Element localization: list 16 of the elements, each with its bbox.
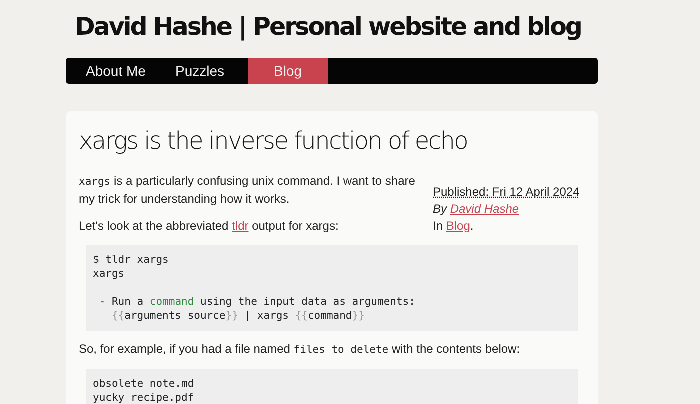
meta-line: In Blog. (433, 218, 475, 235)
nav-tab[interactable]: Puzzles (152, 58, 248, 84)
nav-tab[interactable]: Blog (248, 58, 328, 84)
site-title: David Hashe | Personal website and blog (75, 11, 582, 43)
meta-line: By David Hashe (433, 201, 520, 218)
paragraph: Let's look at the abbreviated tldr output for xargs: (79, 218, 340, 235)
code-block: obsolete_note.md yucky_recipe.pdf (86, 369, 578, 404)
nav-tab[interactable]: About Me (66, 58, 152, 84)
meta-line: Published: Fri 12 April 2024 (433, 184, 580, 201)
paragraph: xargs is a particularly confusing unix command. I want to share my trick for understanding how it works. (79, 173, 416, 208)
paragraph: So, for example, if you had a file named files_to_delete with the contents below: (79, 341, 522, 358)
author-link[interactable]: David Hashe (450, 202, 520, 216)
article-title: xargs is the inverse function of echo (79, 126, 468, 157)
text-link[interactable]: Blog (446, 219, 470, 233)
code-block: $ tldr xargs xargs - Run a command using the input data as arguments: {{arguments_source}} | xargs {{command}} (86, 245, 578, 331)
text-link[interactable]: tldr (232, 219, 249, 233)
